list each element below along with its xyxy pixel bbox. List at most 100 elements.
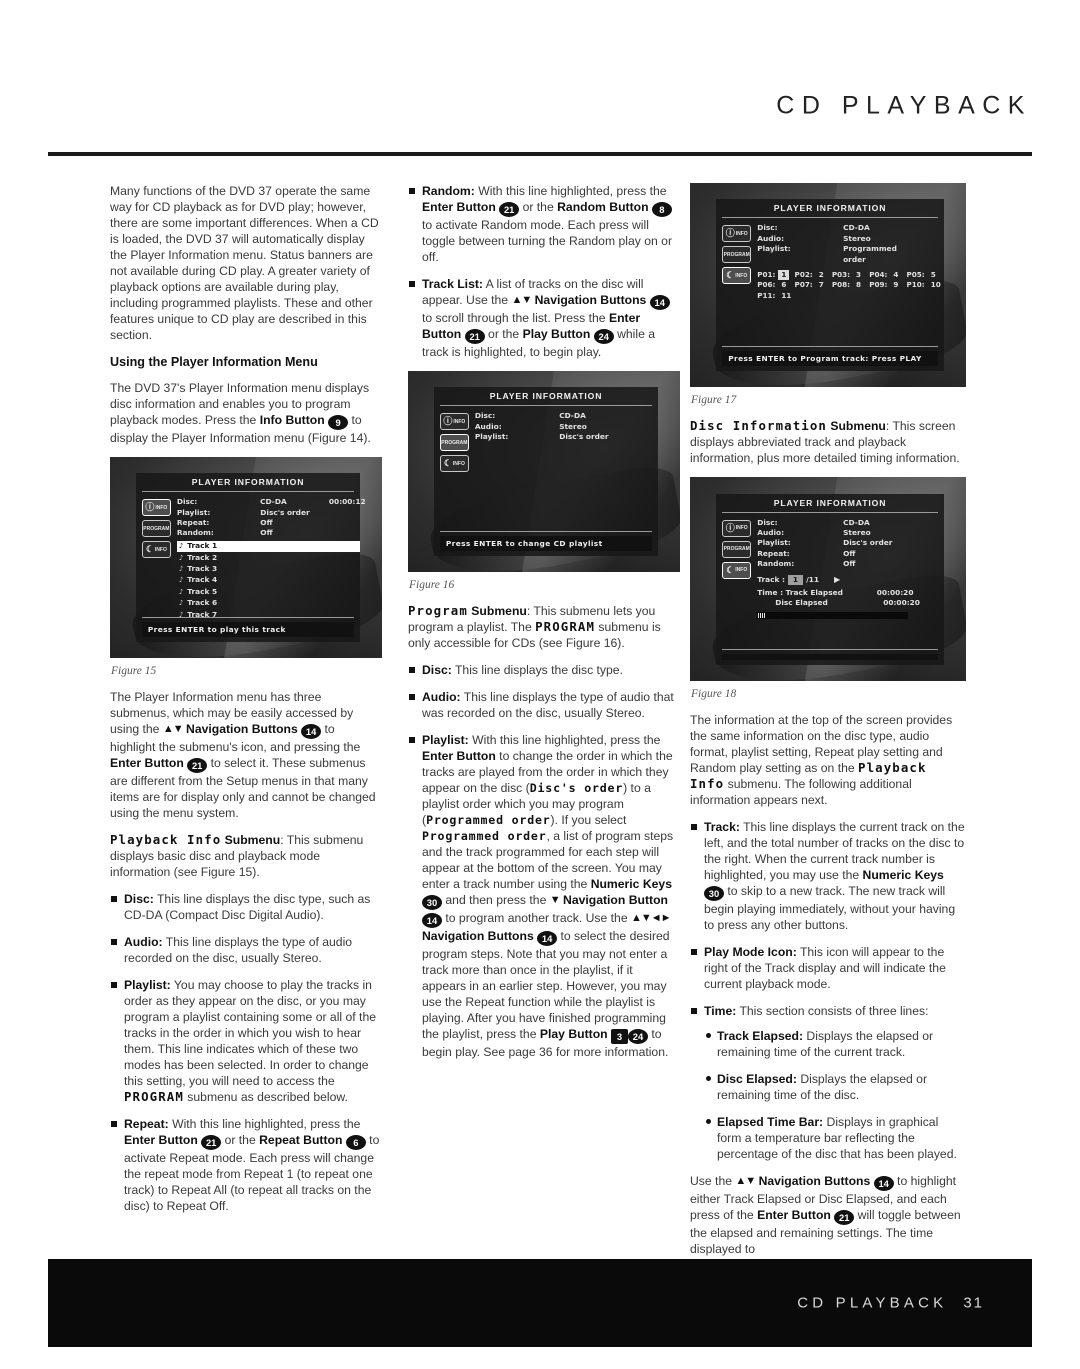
track-label: Track 2: [187, 552, 218, 562]
program-icon[interactable]: PROGRAM: [141, 520, 171, 538]
row-key: Playlist:: [757, 244, 791, 254]
submenu-word: Submenu: [467, 604, 527, 619]
osd-panel: PLAYER INFORMATION ⓘ INFO PROGRAM ☾ INFO D…: [716, 199, 944, 371]
osd-hint-bar: [722, 654, 938, 661]
bullet-label: Disc:: [422, 663, 452, 678]
program-term: PROGRAM: [124, 1089, 184, 1105]
current-track-value[interactable]: 1: [787, 574, 804, 585]
column-two: Random: With this line highlighted, pres…: [408, 183, 680, 1071]
program-step[interactable]: P10: 10: [907, 280, 944, 291]
figure-17: PLAYER INFORMATION ⓘ INFO PROGRAM ☾ INFO D…: [690, 183, 966, 406]
track-row[interactable]: ♪ Track 2: [177, 552, 360, 563]
numeric-keys-label: Numeric Keys: [590, 877, 672, 892]
row-value: CD-DA: [260, 497, 287, 507]
program-icon[interactable]: PROGRAM: [722, 246, 752, 264]
subbullet-label: Elapsed Time Bar:: [717, 1115, 824, 1130]
program-icon[interactable]: PROGRAM: [439, 434, 469, 452]
programmed-order-term: Programmed order: [422, 829, 547, 844]
osd-row: Disc: CD-DA: [757, 518, 944, 528]
submenu-word: Submenu: [826, 419, 886, 434]
row-key: Random:: [176, 528, 214, 538]
step-track: 2: [818, 269, 824, 279]
disc-info-icon[interactable]: ☾ INFO: [722, 561, 752, 579]
paragraph-disc-information-submenu: Disc Information Submenu: This screen di…: [690, 418, 966, 466]
program-step[interactable]: P06: 6: [757, 280, 794, 291]
step-track: 3: [856, 269, 862, 279]
bullet-text: With this line highlighted, press the: [468, 733, 661, 748]
program-icon[interactable]: PROGRAM: [722, 540, 752, 558]
step-label: P11:: [757, 290, 776, 300]
disc-info-icon[interactable]: ☾ INFO: [141, 541, 171, 559]
osd-panel: PLAYER INFORMATION ⓘ INFO PROGRAM ☾ INFO D…: [716, 493, 944, 666]
bullet-text: to program another track. Use the: [442, 911, 631, 926]
osd-row: Disc: CD-DA: [757, 223, 944, 233]
disc-info-icon[interactable]: ☾ INFO: [722, 267, 752, 285]
osd-hint-bar: Press ENTER to play this track: [141, 622, 355, 638]
osd-main: Disc: CD-DA Audio: Stereo Playlist: Program…: [752, 223, 944, 343]
row-key: Disc:: [176, 497, 198, 507]
program-step[interactable]: P07: 7: [795, 280, 832, 291]
row-key: Disc:: [757, 223, 778, 233]
figure-16-screen: PLAYER INFORMATION ⓘ INFO PROGRAM ☾ INFO D…: [408, 371, 680, 573]
program-step[interactable]: P01: 1: [757, 269, 794, 281]
bullet-repeat: Repeat: With this line highlighted, pres…: [110, 1116, 382, 1214]
track-row[interactable]: ♪ Track 4: [177, 575, 360, 586]
playback-info-icon[interactable]: ⓘ INFO: [439, 413, 469, 431]
program-step[interactable]: P02: 2: [795, 270, 832, 281]
row-key: Audio:: [757, 233, 785, 243]
program-step[interactable]: P09: 9: [869, 280, 906, 291]
step-label: P03:: [831, 269, 851, 279]
osd-body: ⓘ INFO PROGRAM ☾ INFO Disc: CD-DA Audio: Ste…: [716, 218, 944, 343]
play-button-label: Play Button: [539, 1027, 608, 1042]
row-key: Disc:: [474, 411, 496, 421]
figure-17-caption: Figure 17: [691, 394, 737, 407]
row-key: Playlist:: [176, 507, 211, 517]
navigation-buttons-number: 14: [537, 931, 558, 947]
track-row[interactable]: ♪ Track 1: [176, 540, 361, 553]
figure-18-screen: PLAYER INFORMATION ⓘ INFO PROGRAM ☾ INFO D…: [690, 477, 966, 682]
program-step[interactable]: P04: 4: [869, 270, 906, 281]
step-track: 1: [778, 269, 790, 281]
bullet-text: to scroll through the list. Press the: [422, 311, 609, 325]
track-row[interactable]: ♪ Track 3: [177, 564, 360, 575]
row-time: 00:00:12: [328, 497, 366, 507]
bullet-label: Time:: [704, 1004, 737, 1019]
disc-info-icon[interactable]: ☾ INFO: [439, 455, 469, 473]
time-row[interactable]: Time : Track Elapsed 00:00:20: [757, 588, 944, 598]
osd-main: Disc: CD-DA 00:00:12 Playlist: Disc's order…: [172, 497, 366, 619]
row-value: Stereo: [843, 233, 871, 243]
icon-label: INFO: [735, 567, 748, 574]
enter-button-label: Enter Button: [110, 756, 184, 771]
program-step[interactable]: P05: 5: [907, 270, 944, 281]
playback-info-icon[interactable]: ⓘ INFO: [141, 499, 171, 517]
playback-info-icon[interactable]: ⓘ INFO: [722, 225, 752, 243]
program-step[interactable]: P11: 11: [757, 291, 794, 302]
step-track: 4: [893, 269, 899, 279]
step-label: P10:: [906, 280, 925, 290]
bullet-label: Track:: [704, 820, 740, 835]
osd-title: PLAYER INFORMATION: [722, 494, 938, 513]
program-step[interactable]: P03: 3: [832, 270, 869, 281]
figure-18: PLAYER INFORMATION ⓘ INFO PROGRAM ☾ INFO D…: [690, 477, 966, 700]
step-label: P08:: [831, 280, 851, 290]
track-row[interactable]: ♪ Track 5: [177, 586, 360, 597]
navigation-buttons-label: Navigation Buttons: [186, 722, 298, 737]
track-row[interactable]: ♪ Track 6: [177, 598, 360, 609]
row-key: Random:: [757, 559, 795, 569]
navigation-buttons-label: Navigation Buttons: [758, 1174, 871, 1189]
playback-info-icon[interactable]: ⓘ INFO: [722, 519, 752, 537]
column-two-top-bullets: Random: With this line highlighted, pres…: [408, 183, 680, 360]
icon-label: INFO: [155, 504, 168, 511]
repeat-button-number: 6: [345, 1135, 366, 1151]
program-step[interactable]: P08: 8: [832, 280, 869, 291]
figure-18-caption: Figure 18: [691, 688, 737, 701]
time-row[interactable]: Disc Elapsed 00:00:20: [757, 598, 944, 608]
osd-footer: [722, 649, 938, 661]
osd-main: Disc: CD-DA Audio: Stereo Playlist: Disc's …: [752, 518, 944, 647]
icon-label: PROGRAM: [723, 546, 750, 553]
step-track: 10: [930, 280, 941, 290]
play-mode-icon: ▶: [834, 574, 841, 584]
footer-title: CD PLAYBACK 31: [797, 1295, 984, 1312]
enter-button-label: Enter Button: [124, 1133, 198, 1148]
subbullet-track-elapsed: Track Elapsed: Displays the elapsed or r…: [704, 1028, 966, 1060]
